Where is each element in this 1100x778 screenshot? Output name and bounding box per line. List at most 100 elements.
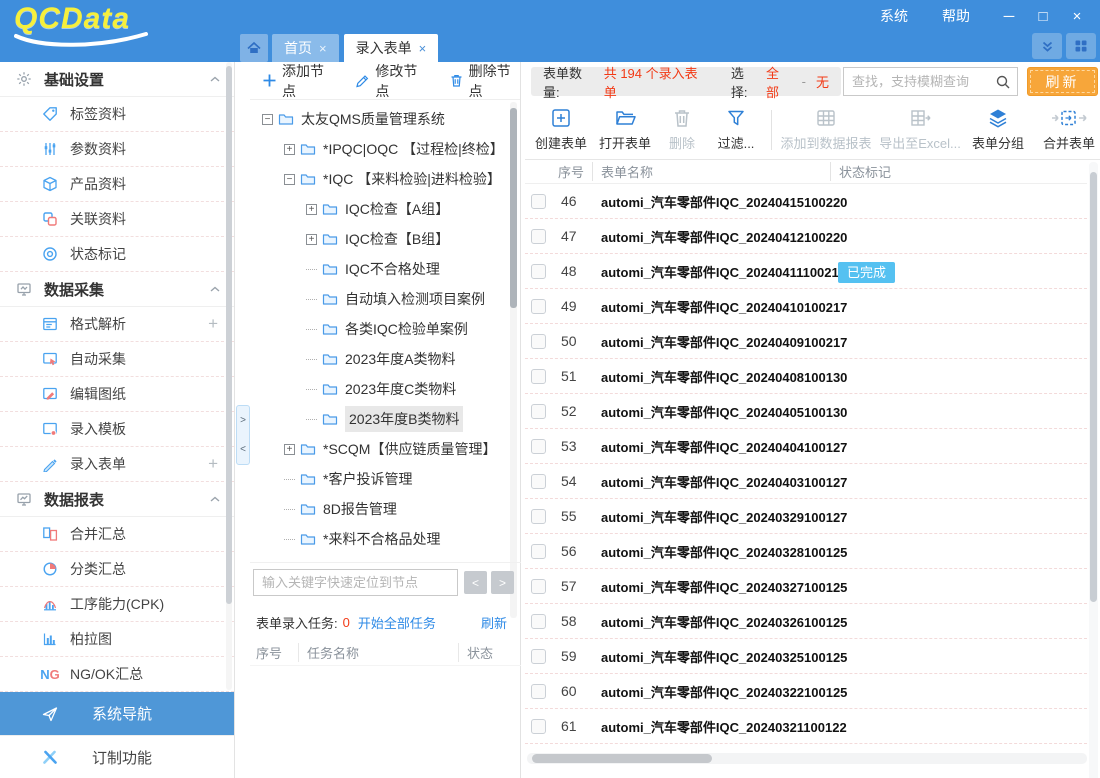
tree-toolbar-button-0[interactable]: 添加节点 bbox=[262, 61, 333, 101]
sidebar-item[interactable]: 录入模板 bbox=[0, 412, 234, 447]
tree-node-5[interactable]: IQC不合格处理 bbox=[306, 254, 508, 284]
tree-node-7[interactable]: 各类IQC检验单案例 bbox=[306, 314, 508, 344]
tab-grid-button[interactable] bbox=[1066, 33, 1096, 59]
row-checkbox[interactable] bbox=[531, 369, 546, 384]
sidebar-item[interactable]: 合并汇总 bbox=[0, 517, 234, 552]
refresh-button[interactable]: 刷新 bbox=[1027, 67, 1098, 96]
tree-node-2[interactable]: − *IQC 【来料检验|进料检验】 bbox=[284, 164, 508, 194]
sidebar-item[interactable]: 分类汇总 bbox=[0, 552, 234, 587]
menu-system[interactable]: 系统 bbox=[880, 6, 908, 26]
maximize-button[interactable]: □ bbox=[1026, 3, 1060, 29]
collapse-tabs-button[interactable] bbox=[1032, 33, 1062, 59]
table-row[interactable]: 57 automi_汽车零部件IQC_20240327100125 bbox=[525, 569, 1087, 604]
tree-toolbar-button-2[interactable]: 删除节点 bbox=[449, 61, 520, 101]
panel-collapse-handle[interactable]: > < bbox=[236, 405, 250, 465]
table-row[interactable]: 59 automi_汽车零部件IQC_20240325100125 bbox=[525, 639, 1087, 674]
toolbar-funnel-button[interactable]: 过滤... bbox=[707, 103, 765, 157]
tree-node-0[interactable]: − 太友QMS质量管理系统 bbox=[262, 104, 508, 134]
row-checkbox[interactable] bbox=[531, 614, 546, 629]
row-checkbox[interactable] bbox=[531, 719, 546, 734]
table-row[interactable]: 56 automi_汽车零部件IQC_20240328100125 bbox=[525, 534, 1087, 569]
row-checkbox[interactable] bbox=[531, 229, 546, 244]
tab-1[interactable]: 录入表单 × bbox=[344, 34, 439, 62]
tree-node-8[interactable]: 2023年度A类物料 bbox=[306, 344, 508, 374]
row-checkbox[interactable] bbox=[531, 439, 546, 454]
tree-toolbar-button-1[interactable]: 修改节点 bbox=[355, 61, 426, 101]
tree-node-10[interactable]: 2023年度B类物料 bbox=[306, 404, 508, 434]
table-row[interactable]: 58 automi_汽车零部件IQC_20240326100125 bbox=[525, 604, 1087, 639]
home-tab-button[interactable] bbox=[240, 34, 268, 62]
sidebar-item[interactable]: 格式解析 + bbox=[0, 307, 234, 342]
tree-search-input[interactable] bbox=[253, 569, 458, 596]
table-vertical-scrollbar[interactable] bbox=[1089, 162, 1098, 778]
form-search-input[interactable] bbox=[844, 74, 995, 89]
sidebar-item[interactable]: 状态标记 bbox=[0, 237, 234, 272]
sidebar-item[interactable]: 参数资料 bbox=[0, 132, 234, 167]
table-row[interactable]: 50 automi_汽车零部件IQC_20240409100217 bbox=[525, 324, 1087, 359]
row-checkbox[interactable] bbox=[531, 579, 546, 594]
table-row[interactable]: 46 automi_汽车零部件IQC_20240415100220 bbox=[525, 184, 1087, 219]
table-row[interactable]: 47 automi_汽车零部件IQC_20240412100220 bbox=[525, 219, 1087, 254]
row-checkbox[interactable] bbox=[531, 404, 546, 419]
tree-node-11[interactable]: + *SCQM【供应链质量管理】 bbox=[284, 434, 508, 464]
tree-expander-icon[interactable]: + bbox=[284, 444, 295, 455]
table-row[interactable]: 54 automi_汽车零部件IQC_20240403100127 bbox=[525, 464, 1087, 499]
tree-node-1[interactable]: + *IPQC|OQC 【过程检|终检】 bbox=[284, 134, 508, 164]
row-checkbox[interactable] bbox=[531, 264, 546, 279]
sidebar-section-1[interactable]: 数据采集 bbox=[0, 272, 234, 307]
table-horizontal-scrollbar[interactable] bbox=[527, 753, 1087, 764]
add-icon[interactable]: + bbox=[208, 314, 218, 334]
tree-node-14[interactable]: *来料不合格品处理 bbox=[284, 524, 508, 554]
sidebar-item[interactable]: 自动采集 bbox=[0, 342, 234, 377]
select-none-link[interactable]: 无 bbox=[816, 72, 829, 91]
sidebar-scrollbar[interactable] bbox=[226, 62, 232, 690]
table-row[interactable]: 60 automi_汽车零部件IQC_20240322100125 bbox=[525, 674, 1087, 709]
tasks-refresh-link[interactable]: 刷新 bbox=[481, 613, 507, 632]
sidebar-footer-nav[interactable]: 系统导航 bbox=[0, 692, 234, 735]
sidebar-footer-custom[interactable]: 订制功能 bbox=[0, 735, 234, 778]
tree-expander-icon[interactable]: + bbox=[284, 144, 295, 155]
sidebar-item[interactable]: NG NG/OK汇总 bbox=[0, 657, 234, 692]
row-checkbox[interactable] bbox=[531, 684, 546, 699]
tab-0[interactable]: 首页 × bbox=[272, 34, 339, 62]
menu-help[interactable]: 帮助 bbox=[942, 6, 970, 26]
row-checkbox[interactable] bbox=[531, 194, 546, 209]
tree-node-9[interactable]: 2023年度C类物料 bbox=[306, 374, 508, 404]
tab-close-icon[interactable]: × bbox=[319, 41, 327, 56]
sidebar-section-2[interactable]: 数据报表 bbox=[0, 482, 234, 517]
table-row[interactable]: 55 automi_汽车零部件IQC_20240329100127 bbox=[525, 499, 1087, 534]
table-row[interactable]: 53 automi_汽车零部件IQC_20240404100127 bbox=[525, 429, 1087, 464]
table-row[interactable]: 48 automi_汽车零部件IQC_20240411100217 已完成 bbox=[525, 254, 1087, 289]
row-checkbox[interactable] bbox=[531, 649, 546, 664]
table-row[interactable]: 51 automi_汽车零部件IQC_20240408100130 bbox=[525, 359, 1087, 394]
search-icon[interactable] bbox=[995, 74, 1011, 90]
row-checkbox[interactable] bbox=[531, 474, 546, 489]
sidebar-item[interactable]: 标签资料 bbox=[0, 97, 234, 132]
tree-node-4[interactable]: + IQC检查【B组】 bbox=[306, 224, 508, 254]
tree-expander-icon[interactable]: − bbox=[284, 174, 295, 185]
sidebar-item[interactable]: 关联资料 bbox=[0, 202, 234, 237]
table-row[interactable]: 49 automi_汽车零部件IQC_20240410100217 bbox=[525, 289, 1087, 324]
toolbar-layers-button[interactable]: 表单分组 bbox=[966, 103, 1030, 157]
toolbar-merge-form-button[interactable]: 合并表单 bbox=[1030, 103, 1100, 157]
sidebar-item[interactable]: 柏拉图 bbox=[0, 622, 234, 657]
tree-node-13[interactable]: 8D报告管理 bbox=[284, 494, 508, 524]
toolbar-form-add-button[interactable]: 创建表单 bbox=[529, 103, 593, 157]
table-row[interactable]: 61 automi_汽车零部件IQC_20240321100122 bbox=[525, 709, 1087, 744]
sidebar-item[interactable]: 编辑图纸 bbox=[0, 377, 234, 412]
row-checkbox[interactable] bbox=[531, 544, 546, 559]
table-row[interactable]: 52 automi_汽车零部件IQC_20240405100130 bbox=[525, 394, 1087, 429]
sidebar-section-0[interactable]: 基础设置 bbox=[0, 62, 234, 97]
minimize-button[interactable]: ─ bbox=[992, 3, 1026, 29]
tree-node-12[interactable]: *客户投诉管理 bbox=[284, 464, 508, 494]
tree-node-15[interactable] bbox=[284, 554, 508, 560]
find-prev-button[interactable]: < bbox=[464, 571, 487, 594]
row-checkbox[interactable] bbox=[531, 299, 546, 314]
start-all-tasks-link[interactable]: 开始全部任务 bbox=[358, 613, 436, 632]
tab-close-icon[interactable]: × bbox=[419, 41, 427, 56]
toolbar-folder-open-button[interactable]: 打开表单 bbox=[593, 103, 657, 157]
close-button[interactable]: × bbox=[1060, 3, 1094, 29]
tree-node-6[interactable]: 自动填入检测项目案例 bbox=[306, 284, 508, 314]
find-next-button[interactable]: > bbox=[491, 571, 514, 594]
tree-scrollbar[interactable] bbox=[510, 102, 517, 618]
